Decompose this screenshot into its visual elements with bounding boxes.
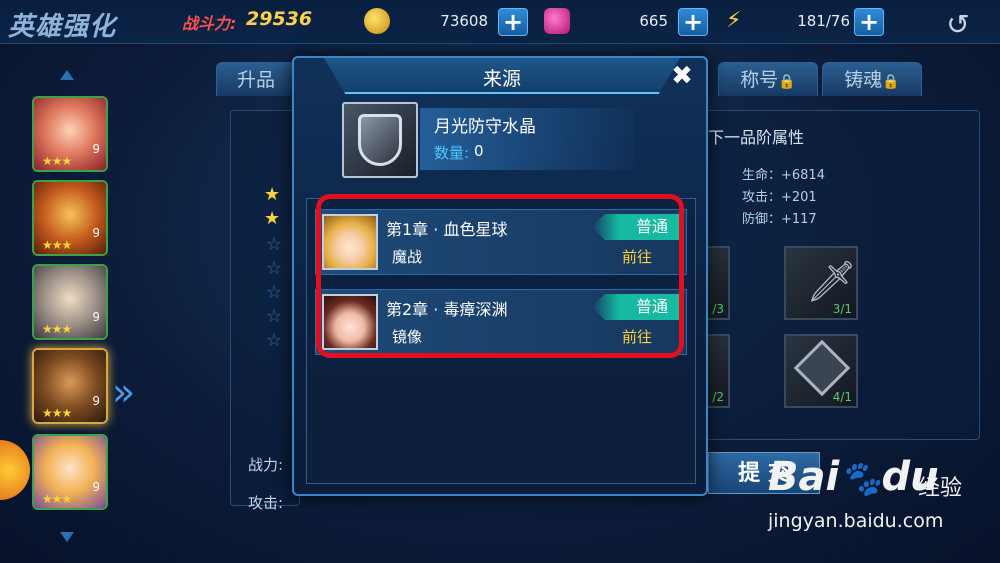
top-bar: 英雄强化 战斗力: 29536 73608 + 665 + ⚡ 181/76 +… [0,0,1000,44]
center-panel [230,110,300,506]
tab-soul-label: 铸魂 [844,69,883,91]
gold-value: 73608 [440,12,488,30]
tab-title-label: 称号 [740,69,779,91]
baidu-watermark: Bai🐾du 经验 jingyan.baidu.com [768,452,980,542]
add-gem-button[interactable]: + [678,8,708,36]
shield-crystal-icon [358,114,402,166]
hero-portrait[interactable]: ★★★ 9 [32,96,108,172]
star-empty-icon: ☆ [266,330,283,351]
star-icon: ★ [264,208,281,229]
paw-icon: 🐾 [839,459,882,499]
stage-name: 镜像 [392,328,423,346]
star-empty-icon: ☆ [266,258,283,279]
energy-resource: ⚡ 181/76 + [724,8,890,36]
star-empty-icon: ☆ [266,234,283,255]
back-arrow-icon[interactable]: ↺ [932,10,984,40]
equip-count: /2 [712,390,724,404]
avatar-image [324,296,376,348]
watermark-url: jingyan.baidu.com [768,510,944,532]
tab-soul[interactable]: 铸魂🔒 [822,62,922,96]
equip-slot-crystal[interactable]: 4/1 [784,334,858,408]
stage-avatar [322,294,378,350]
hero-portrait[interactable]: ★★★ 9 [32,434,108,510]
source-list: 第1章 · 血色星球 魔战 普通 前往 第2章 · 毒瘴深渊 镜像 普通 前往 [306,198,696,484]
tab-upgrade[interactable]: 升品 [216,62,296,96]
tab-title[interactable]: 称号🔒 [718,62,818,96]
scroll-up-icon[interactable] [60,70,74,80]
item-slot [342,102,418,178]
hero-stars: ★★★ [42,154,72,168]
watermark-brand: Bai🐾du [768,454,939,500]
difficulty-badge: 普通 [592,294,682,320]
dialog-title: 来源 [482,68,521,90]
energy-value: 181/76 [797,12,850,30]
chapter-name: 第2章 · 毒瘴深渊 [386,300,508,319]
chapter-name: 第1章 · 血色星球 [386,220,508,239]
hero-stars: ★★★ [42,406,72,420]
sword-icon: 🗡 [806,259,857,305]
item-qty-value: 0 [474,142,484,160]
stage-name: 魔战 [392,248,423,266]
item-qty-label: 数量: [434,144,470,162]
hero-portrait[interactable]: ★★★ 9 [32,180,108,256]
hero-portrait-selected[interactable]: ★★★ 9 [32,348,108,424]
hero-level: 9 [92,226,100,240]
atk-stat: 攻击：+201 [742,190,817,205]
item-name: 月光防守水晶 [434,117,536,137]
item-info: 月光防守水晶 数量: 0 [342,102,642,184]
hp-stat: 生命：+6814 [742,168,825,183]
def-stat: 防御：+117 [742,212,817,227]
star-empty-icon: ☆ [266,306,283,327]
lock-icon: 🔒 [882,74,900,90]
expand-arrow-icon[interactable]: » [112,370,135,414]
hero-stars: ★★★ [42,238,72,252]
equip-count: 3/1 [832,302,852,316]
hero-stars: ★★★ [42,322,72,336]
close-icon[interactable]: ✖ [656,58,708,94]
source-row[interactable]: 第2章 · 毒瘴深渊 镜像 普通 前往 [315,289,687,355]
page-title: 英雄强化 [8,12,117,42]
star-empty-icon: ☆ [266,282,283,303]
source-row[interactable]: 第1章 · 血色星球 魔战 普通 前往 [315,209,687,275]
difficulty-badge: 普通 [592,214,682,240]
hero-level: 9 [92,142,100,156]
goto-button[interactable]: 前往 [622,326,652,347]
source-dialog: 来源 ✖ 月光防守水晶 数量: 0 第1章 · 血色星球 魔战 普通 前往 第2… [292,56,708,496]
hero-stars: ★★★ [42,492,72,506]
watermark-sub: 经验 [918,476,963,501]
scroll-down-icon[interactable] [60,532,74,542]
star-icon: ★ [264,184,281,205]
add-gold-button[interactable]: + [498,8,528,36]
upgrade-badge-icon[interactable] [0,440,30,500]
equip-count: /3 [712,302,724,316]
add-energy-button[interactable]: + [854,8,884,36]
power-label: 战斗力: [182,14,237,33]
goto-button[interactable]: 前往 [622,246,652,267]
hero-list: ★★★ 9 ★★★ 9 ★★★ 9 ★★★ 9 ★★★ 9 [28,70,110,550]
equip-slot-sword[interactable]: 🗡 3/1 [784,246,858,320]
gem-resource: 665 + [544,8,710,36]
power-stat-label: 战力: [248,456,284,474]
lock-icon: 🔒 [778,74,796,90]
power-value: 29536 [246,8,313,30]
gem-value: 665 [639,12,668,30]
hero-level: 9 [92,310,100,324]
gold-resource: 73608 + [364,8,530,36]
next-grade-label: 下一品阶属性 [708,128,805,147]
avatar-image [324,216,376,268]
hero-portrait[interactable]: ★★★ 9 [32,264,108,340]
crystal-icon [793,339,851,397]
stage-avatar [322,214,378,270]
equip-count: 4/1 [832,390,852,404]
attack-stat-label: 攻击: [248,494,284,512]
hero-level: 9 [92,480,100,494]
hero-level: 9 [92,394,100,408]
